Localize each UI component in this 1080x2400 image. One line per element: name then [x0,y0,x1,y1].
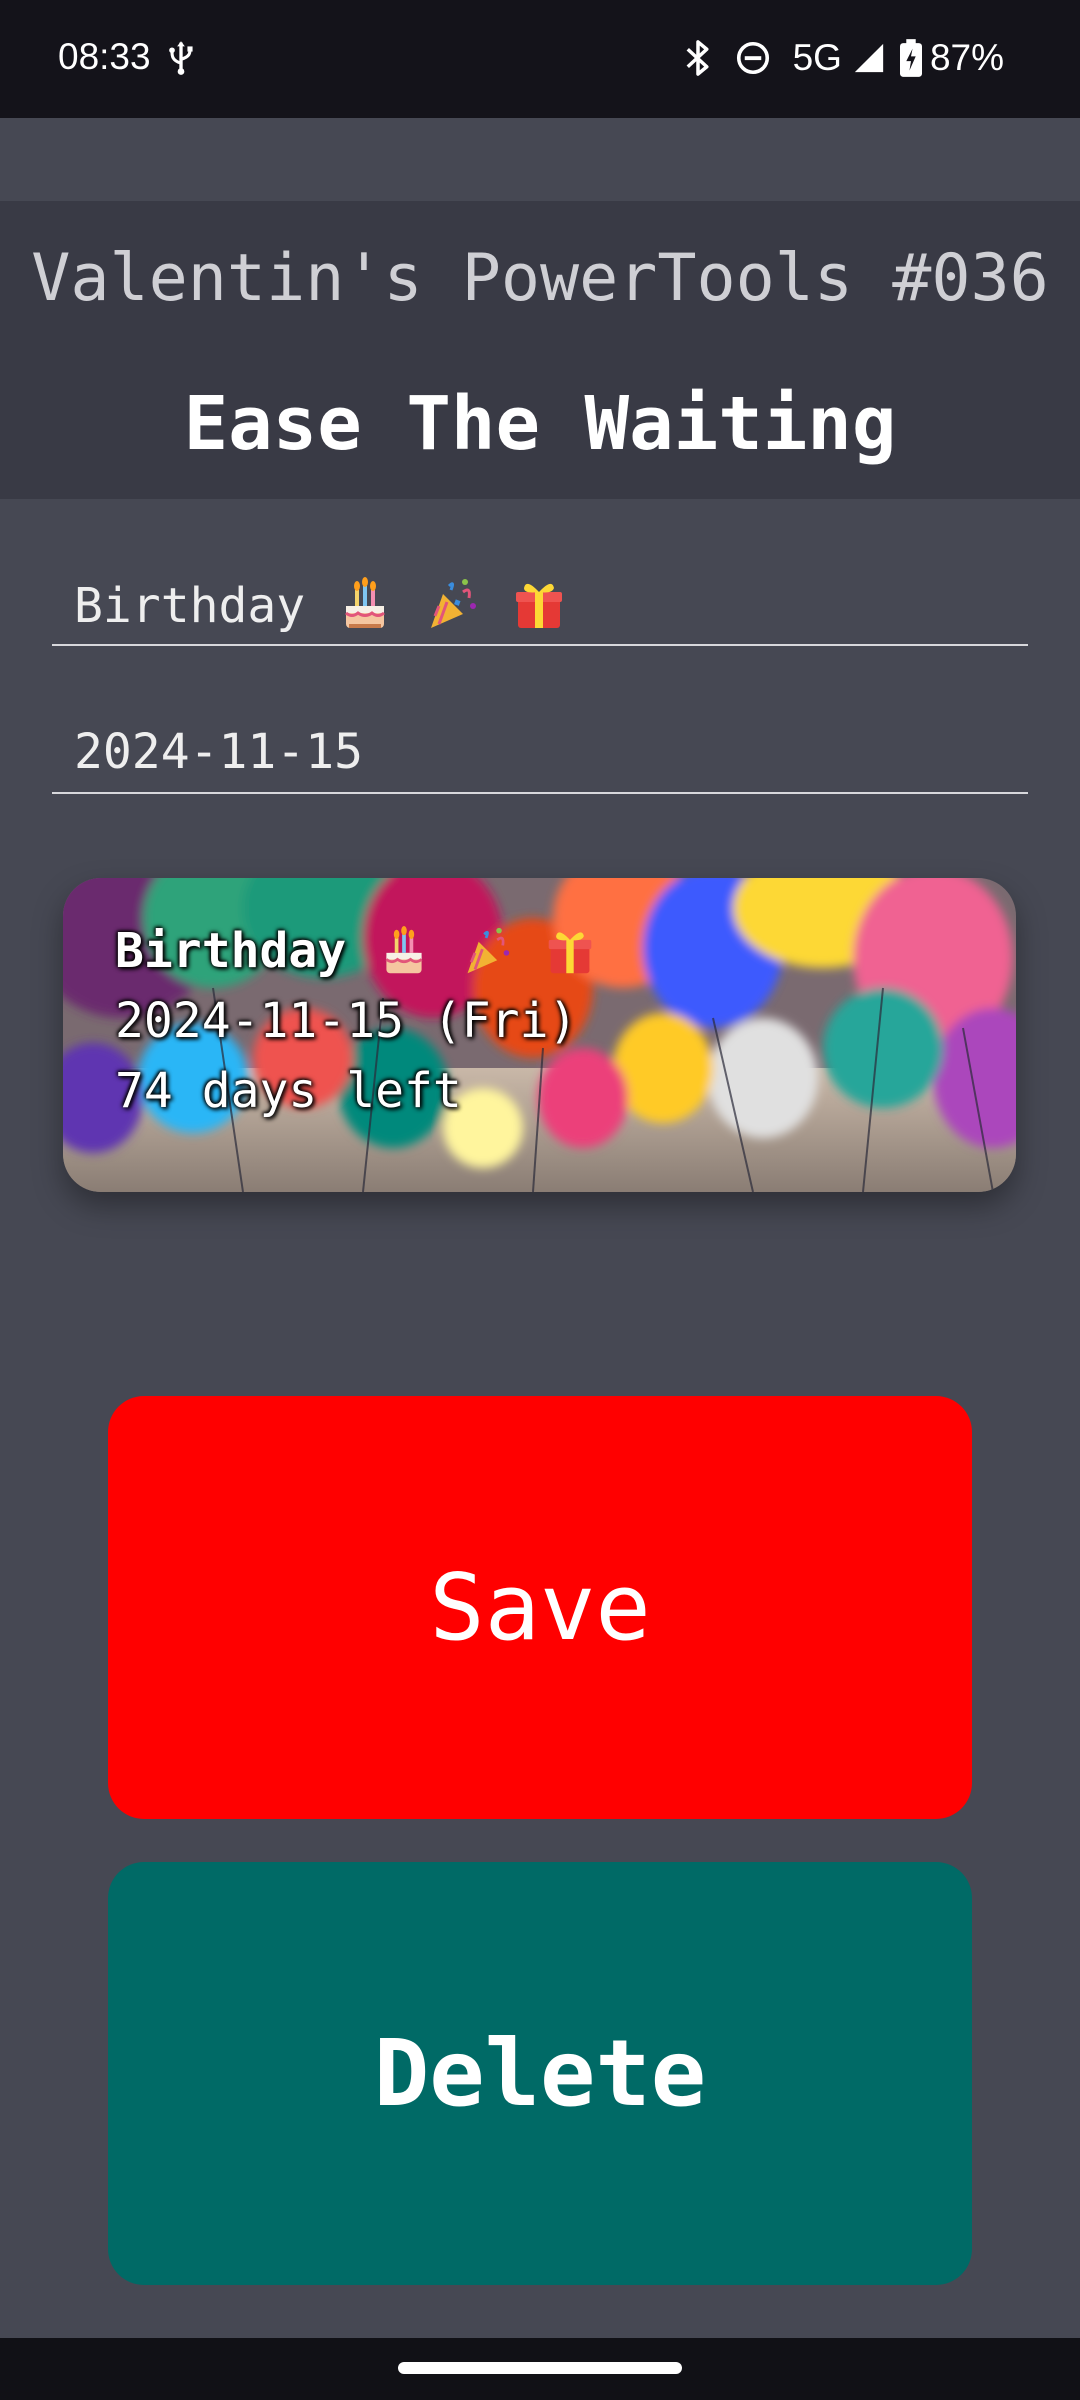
bluetooth-icon [686,40,709,76]
usb-icon [169,41,193,75]
preview-title-line: Birthday [115,916,595,986]
event-date-field[interactable]: 2024-11-15 [52,716,1028,794]
wrapped-gift-icon [545,925,595,977]
battery-percent: 87% [929,37,1004,78]
event-name-value: Birthday [74,578,306,634]
birthday-cake-icon [379,925,429,977]
preview-countdown: 74 days left [115,1063,462,1119]
page-title: Ease The Waiting [183,381,897,467]
do-not-disturb-icon [736,41,769,75]
app-title: Valentin's PowerTools #036 [31,241,1049,316]
party-popper-icon [462,925,512,977]
network-type: 5G [792,37,842,78]
status-time: 08:33 [58,36,151,77]
preview-date: 2024-11-15 (Fri) [115,993,578,1049]
event-name-value-wrapper: Birthday [74,576,566,634]
event-date-value: 2024-11-15 [74,724,363,780]
preview-title: Birthday [115,923,347,979]
home-gesture-handle[interactable] [398,2362,682,2374]
status-bar: 08:33 5G 87% [0,0,1080,118]
battery-charging-icon [899,39,922,77]
status-icons: 5G 87% [683,36,1004,80]
countdown-preview-card[interactable]: Birthday 2024-11-15 (Fri) 74 days left [63,878,1016,1192]
event-name-field[interactable]: Birthday [52,568,1028,646]
countdown-text: Birthday 2024-11-15 (Fri) 74 days left [115,916,595,1126]
navigation-bar [0,2338,1080,2400]
wrapped-gift-icon [512,576,566,632]
save-button[interactable]: Save [108,1396,972,1819]
delete-button[interactable]: Delete [108,1862,972,2285]
app-header: Valentin's PowerTools #036 Ease The Wait… [0,201,1080,499]
signal-icon [854,43,884,73]
birthday-cake-icon [338,576,392,632]
party-popper-icon [425,576,479,632]
app-screen: 08:33 5G 87% Valentin's PowerTools #036 … [0,0,1080,2400]
top-spacer [0,118,1080,201]
